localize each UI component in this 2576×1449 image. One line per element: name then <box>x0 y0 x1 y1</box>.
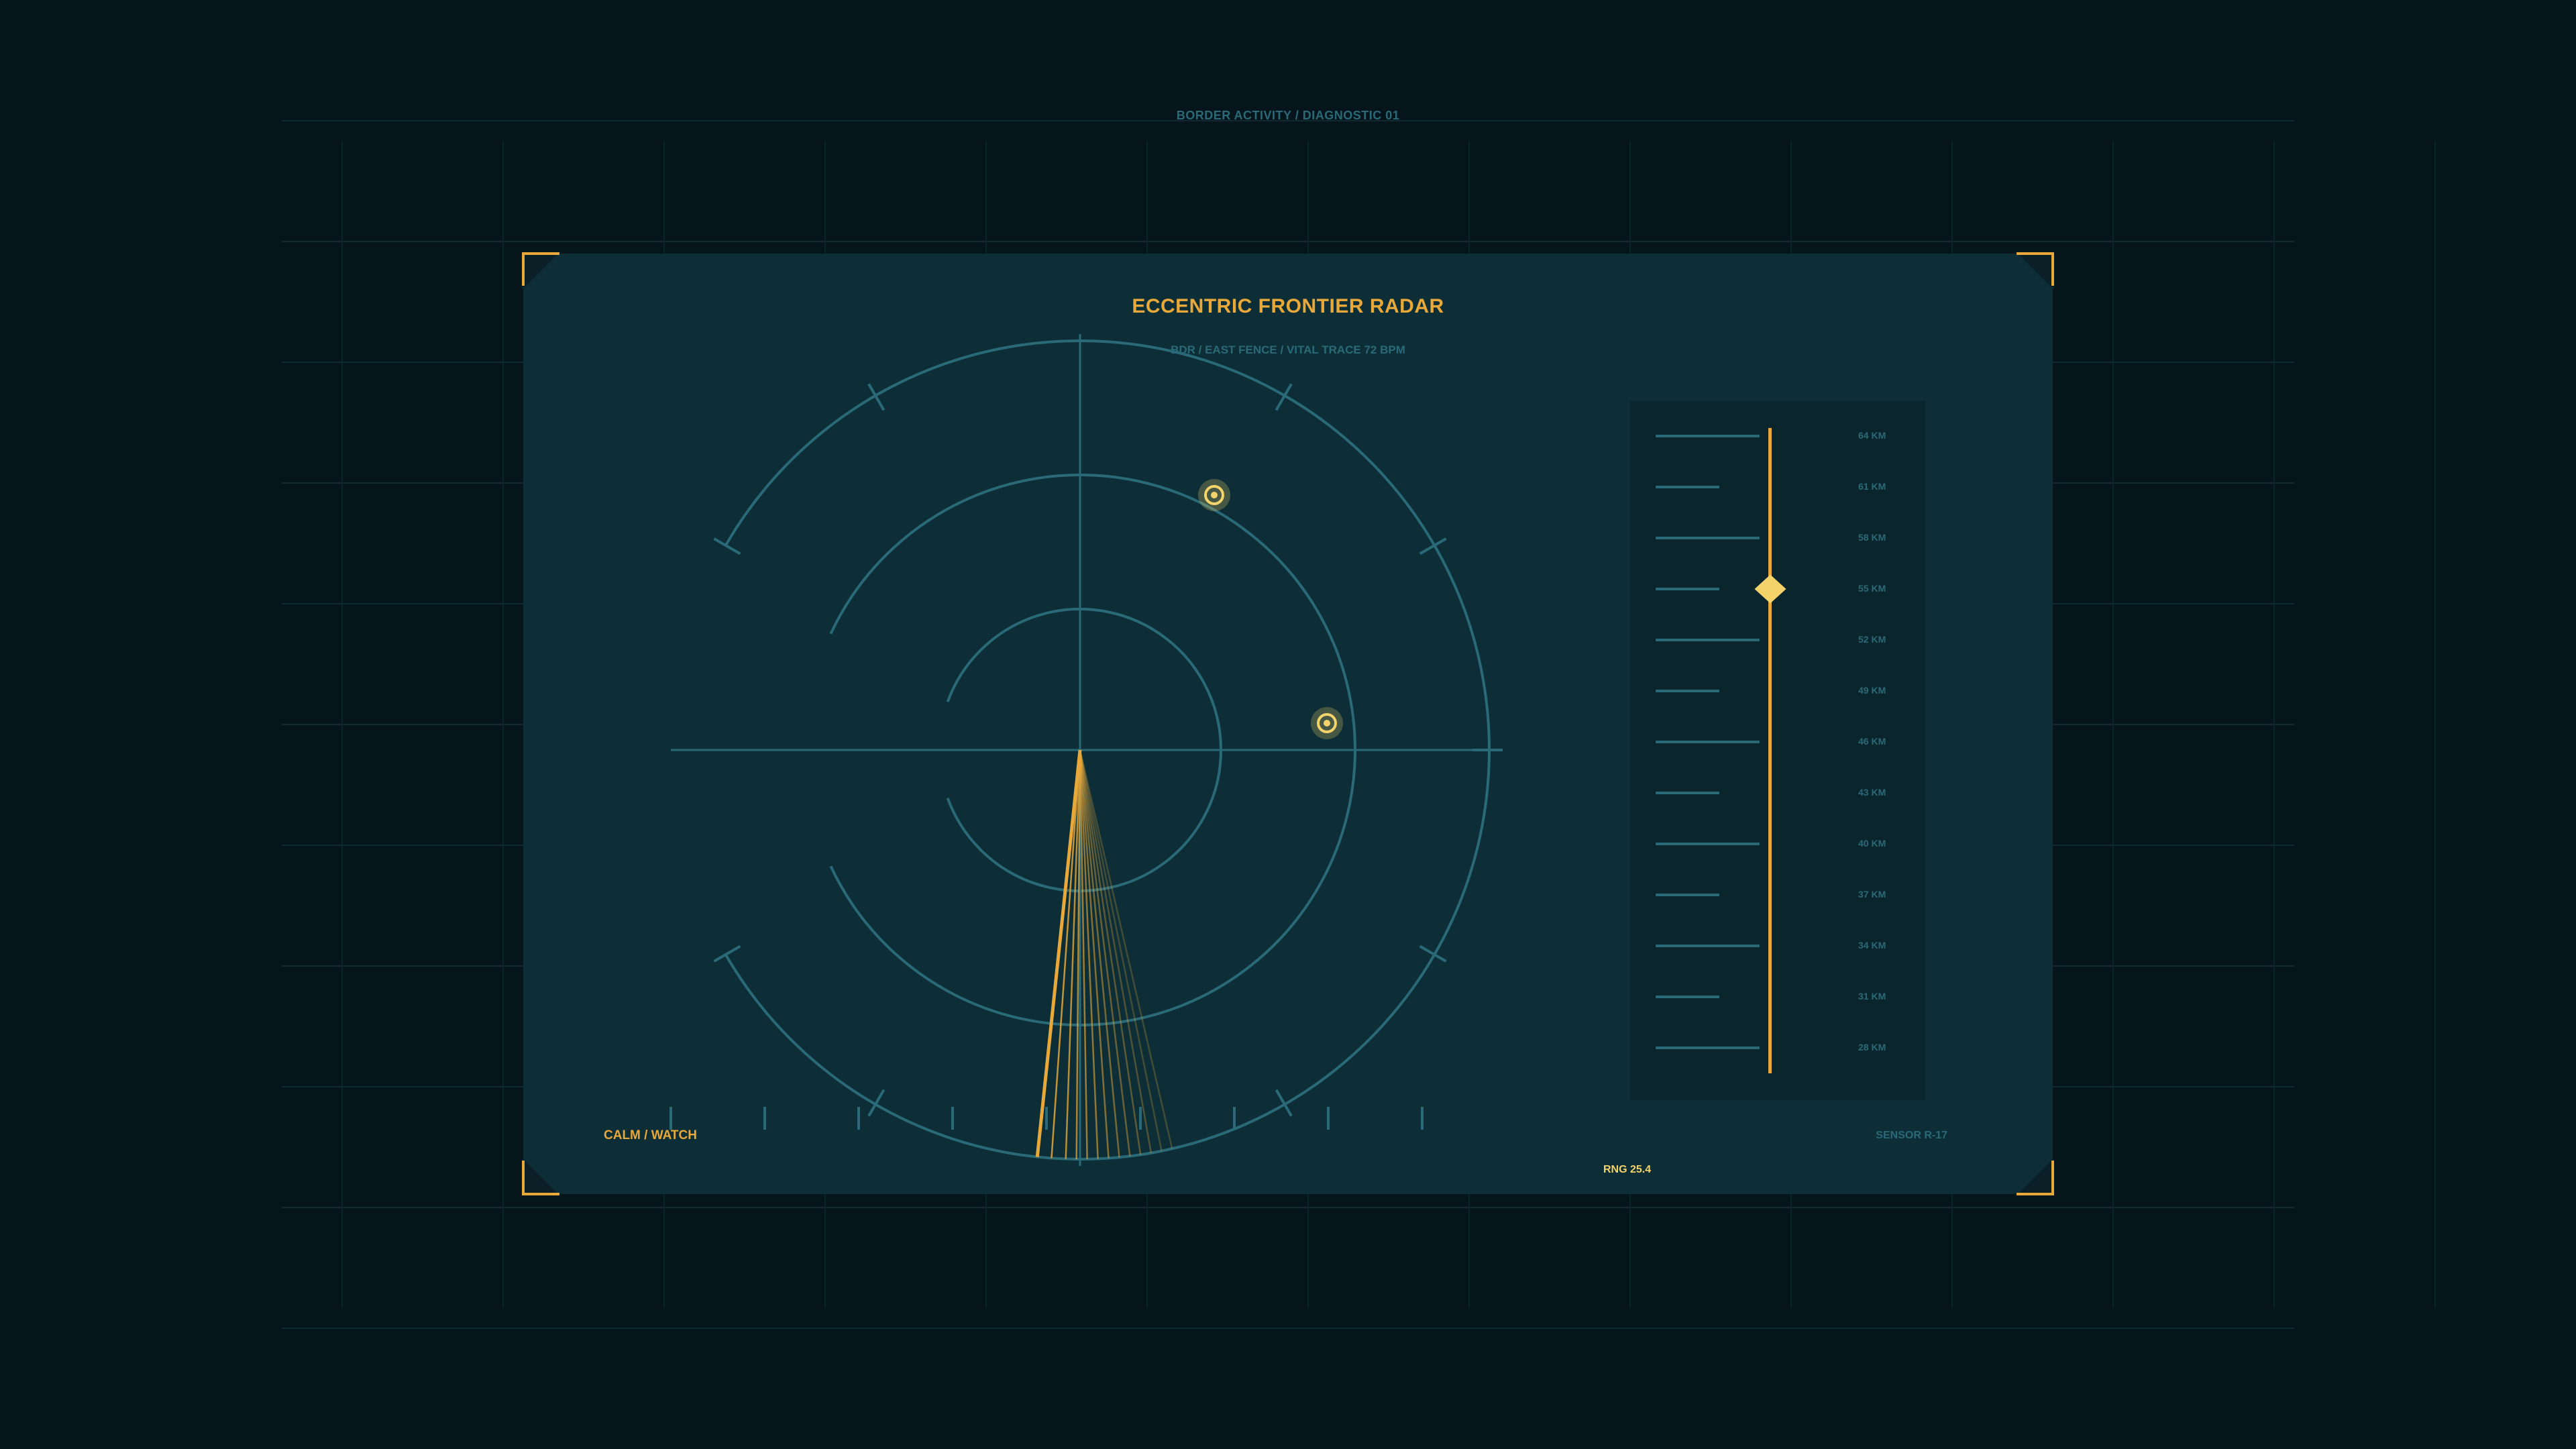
range-scale-tick <box>1656 486 1719 488</box>
range-scale-label: 34 KM <box>1858 940 1886 951</box>
corner-bracket-icon <box>2017 1158 2054 1195</box>
range-scale-tick <box>1656 996 1719 998</box>
range-scale-tick <box>1656 741 1760 743</box>
range-scale-row: 52 KM <box>1630 632 1925 648</box>
range-scale-tick <box>1656 1046 1760 1049</box>
range-scale: 64 KM 61 KM 58 KM 55 KM 52 KM 49 KM 46 KM 43 KM… <box>1630 401 1925 1100</box>
corner-bracket-icon <box>522 252 559 290</box>
range-scale-row: 58 KM <box>1630 530 1925 546</box>
radar-sweep-line <box>1079 749 1163 1152</box>
range-scale-track <box>1768 428 1772 1073</box>
range-scale-label: 46 KM <box>1858 736 1886 747</box>
range-scale-row: 40 KM <box>1630 836 1925 852</box>
range-scale-row: 43 KM <box>1630 785 1925 801</box>
range-scale-tick <box>1656 690 1719 692</box>
range-scale-tick <box>1656 894 1719 896</box>
range-scale-row: 37 KM <box>1630 887 1925 903</box>
radar-sweep-line <box>1051 749 1081 1159</box>
range-readout: RNG 25.4 <box>1603 1164 1652 1175</box>
range-scale-row: 34 KM <box>1630 938 1925 954</box>
target-icon-core <box>1324 720 1330 727</box>
range-scale-row: 64 KM <box>1630 428 1925 444</box>
range-marker-icon[interactable] <box>1754 574 1786 604</box>
sensor-label: SENSOR R-17 <box>1876 1130 1947 1141</box>
range-scale-label: 49 KM <box>1858 685 1886 696</box>
range-scale-tick <box>1656 843 1760 845</box>
panel-title: ECCENTRIC FRONTIER RADAR <box>1132 295 1444 317</box>
range-scale-label: 43 KM <box>1858 787 1886 798</box>
status-label: CALM / WATCH <box>604 1128 697 1142</box>
range-scale-label: 52 KM <box>1858 634 1886 645</box>
range-scale-label: 55 KM <box>1858 583 1886 594</box>
range-scale-tick <box>1656 435 1760 437</box>
target-icon-core <box>1211 492 1218 498</box>
range-scale-tick <box>1656 639 1760 641</box>
range-scale-label: 40 KM <box>1858 838 1886 849</box>
range-scale-tick <box>1656 945 1760 947</box>
radar-panel: 64 KM 61 KM 58 KM 55 KM 52 KM 49 KM 46 KM 43 KM… <box>523 254 2053 1194</box>
range-scale-label: 37 KM <box>1858 889 1886 900</box>
range-scale-row: 28 KM <box>1630 1040 1925 1056</box>
range-scale-label: 28 KM <box>1858 1042 1886 1053</box>
panel-subtitle: BDR / EAST FENCE / VITAL TRACE 72 BPM <box>1171 343 1405 356</box>
range-scale-label: 61 KM <box>1858 481 1886 492</box>
range-scale-tick <box>1656 792 1719 794</box>
dashboard-header-label: BORDER ACTIVITY / DIAGNOSTIC 01 <box>1176 109 1400 122</box>
range-scale-tick <box>1656 537 1760 539</box>
range-scale-label: 31 KM <box>1858 991 1886 1002</box>
range-scale-row: 61 KM <box>1630 479 1925 495</box>
range-scale-row: 49 KM <box>1630 683 1925 699</box>
range-scale-row: 46 KM <box>1630 734 1925 750</box>
radar-sweep-line <box>1079 749 1152 1153</box>
range-scale-label: 64 KM <box>1858 430 1886 441</box>
range-scale-row: 31 KM <box>1630 989 1925 1005</box>
corner-bracket-icon <box>2017 252 2054 290</box>
range-scale-label: 58 KM <box>1858 532 1886 543</box>
corner-bracket-icon <box>522 1158 559 1195</box>
range-scale-tick <box>1656 588 1719 590</box>
